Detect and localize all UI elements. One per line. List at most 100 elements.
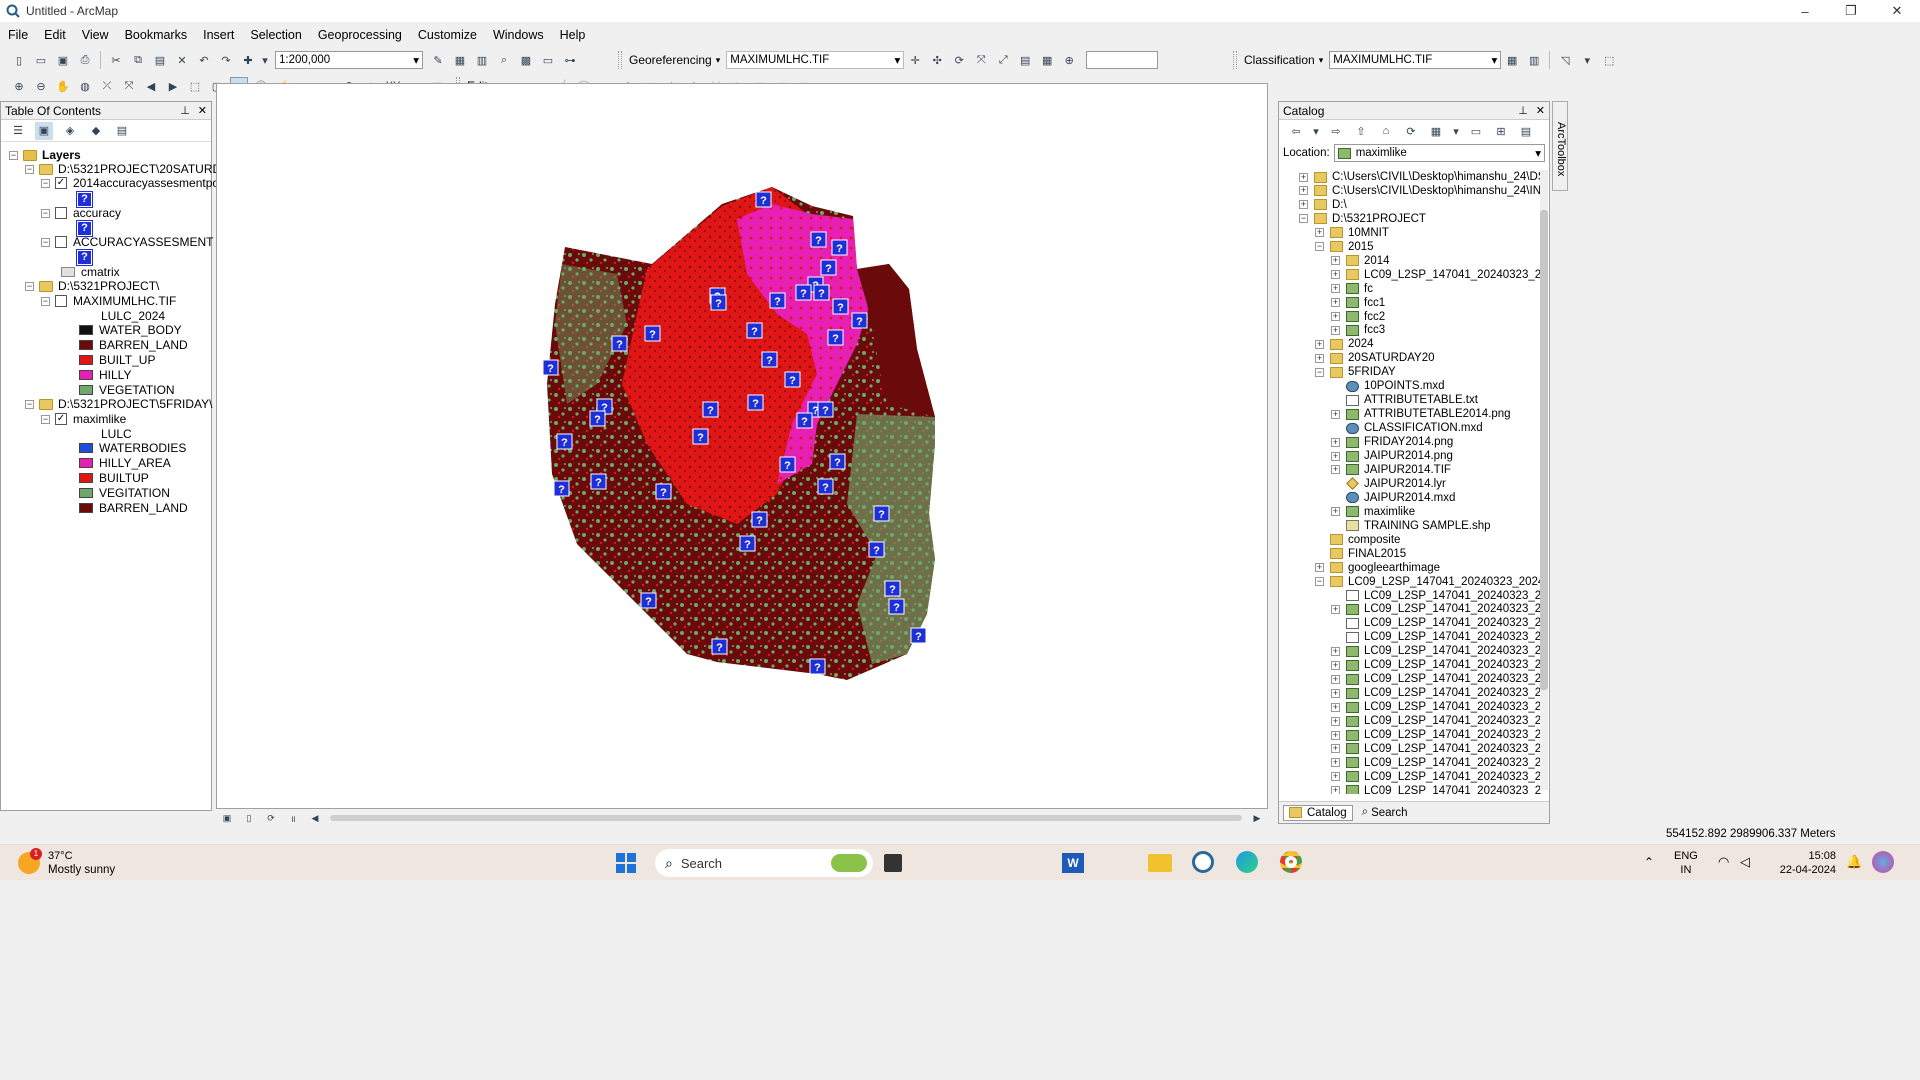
- word-app-icon[interactable]: W: [1062, 853, 1084, 873]
- collapse-icon[interactable]: −: [41, 296, 50, 306]
- expand-icon[interactable]: +: [1315, 563, 1324, 573]
- forward-icon[interactable]: ⇨: [1327, 122, 1345, 140]
- scale-icon[interactable]: ⤢: [994, 51, 1012, 69]
- select-sample-icon[interactable]: ▾: [1578, 51, 1596, 69]
- views-dropdown-icon[interactable]: ▾: [1452, 122, 1460, 140]
- close-icon[interactable]: ✕: [198, 104, 207, 117]
- missing-data-icon[interactable]: ?: [832, 298, 849, 315]
- catalog-tree-item[interactable]: + JAIPUR2014.TIF: [1331, 463, 1451, 477]
- scroll-right-icon[interactable]: ▶: [1248, 809, 1266, 827]
- search-window-icon[interactable]: ⌕: [495, 51, 513, 69]
- menu-edit[interactable]: Edit: [36, 28, 74, 42]
- missing-data-icon[interactable]: ?: [542, 359, 559, 376]
- select-features-icon[interactable]: ⬚: [186, 77, 204, 95]
- add-data-icon[interactable]: ✚: [239, 51, 257, 69]
- missing-data-icon[interactable]: ?: [820, 259, 837, 276]
- zoom-out-icon[interactable]: ⊖: [32, 77, 50, 95]
- classification-layer-combo[interactable]: MAXIMUMLHC.TIF ▾: [1329, 51, 1502, 69]
- catalog-tree-item[interactable]: + fcc3: [1331, 323, 1385, 337]
- collapse-icon[interactable]: −: [1315, 242, 1324, 252]
- missing-data-icon[interactable]: ?: [710, 294, 727, 311]
- catalog-tree[interactable]: + C:\Users\CIVIL\Desktop\himanshu_24\DSMW…: [1279, 170, 1541, 794]
- rotate-icon[interactable]: ⟳: [950, 51, 968, 69]
- close-button[interactable]: ✕: [1874, 0, 1920, 22]
- shift-icon[interactable]: ⤧: [972, 51, 990, 69]
- catalog-tree-item[interactable]: + D:\: [1299, 198, 1347, 212]
- expand-icon[interactable]: +: [1331, 507, 1340, 517]
- missing-data-icon[interactable]: ?: [611, 335, 628, 352]
- location-combo[interactable]: maximlike ▾: [1333, 144, 1545, 162]
- vertical-scrollbar[interactable]: [1540, 170, 1548, 790]
- missing-data-icon[interactable]: ?: [888, 598, 905, 615]
- missing-data-icon[interactable]: ?: [809, 658, 826, 675]
- expand-icon[interactable]: +: [1331, 465, 1340, 475]
- missing-data-icon[interactable]: ?: [831, 239, 848, 256]
- catalog-tree-item[interactable]: + LC09_L2SP_147041_20240323_20240324_: [1331, 784, 1541, 794]
- catalog-tree-item[interactable]: + ATTRIBUTETABLE2014.png: [1331, 407, 1511, 421]
- missing-data-icon[interactable]: ?: [556, 433, 573, 450]
- fixed-zoom-in-icon[interactable]: ⤫: [98, 77, 116, 95]
- view-list-icon[interactable]: ▦: [1038, 51, 1056, 69]
- expand-icon[interactable]: +: [1331, 786, 1340, 794]
- layer-visibility-checkbox[interactable]: ✓: [55, 413, 67, 425]
- menu-file[interactable]: File: [0, 28, 36, 42]
- expand-icon[interactable]: +: [1299, 200, 1308, 210]
- taskbar-search-box[interactable]: ⌕ Search: [655, 849, 873, 877]
- missing-data-icon[interactable]: ?: [868, 541, 885, 558]
- catalog-tree-item[interactable]: LC09_L2SP_147041_20240323_20240324_: [1331, 630, 1541, 644]
- missing-data-icon[interactable]: ?: [851, 312, 868, 329]
- missing-data-icon[interactable]: ?: [827, 329, 844, 346]
- catalog-tree-item[interactable]: + FRIDAY2014.png: [1331, 435, 1453, 449]
- toolbar-grip[interactable]: [1233, 51, 1237, 69]
- layout-view-icon[interactable]: ▯: [240, 809, 258, 827]
- arcmap-taskbar-icon[interactable]: [1192, 851, 1214, 873]
- expand-icon[interactable]: +: [1331, 702, 1340, 712]
- toggle-contents-icon[interactable]: ⊞: [1492, 122, 1510, 140]
- catalog-tree-item[interactable]: CLASSIFICATION.mxd: [1331, 421, 1483, 435]
- expand-icon[interactable]: +: [1331, 256, 1340, 266]
- expand-icon[interactable]: +: [1331, 660, 1340, 670]
- missing-data-icon[interactable]: ?: [817, 401, 834, 418]
- options-icon[interactable]: ▤: [1517, 122, 1535, 140]
- toc-layer-row[interactable]: − ACCURACYASSESMENT: [41, 233, 213, 251]
- pause-drawing-icon[interactable]: ॥: [284, 809, 302, 827]
- refresh-icon[interactable]: ⟳: [262, 809, 280, 827]
- catalog-tree-item[interactable]: + LC09_L2SP_147041_20240323_20240324_: [1331, 686, 1541, 700]
- catalog-tree-item[interactable]: − 5FRIDAY: [1315, 365, 1396, 379]
- menu-help[interactable]: Help: [552, 28, 594, 42]
- back-icon[interactable]: ⇦: [1287, 122, 1305, 140]
- forward-icon[interactable]: ▶: [164, 77, 182, 95]
- data-view-icon[interactable]: ▣: [218, 809, 236, 827]
- list-by-drawing-order-icon[interactable]: ☰: [9, 122, 27, 140]
- histogram-icon[interactable]: ▥: [1525, 51, 1543, 69]
- refresh-icon[interactable]: ⟳: [1402, 122, 1420, 140]
- map-scale-combo[interactable]: 1:200,000 ▾: [275, 51, 423, 69]
- notifications-icon[interactable]: 🔔: [1846, 854, 1862, 870]
- missing-data-icon[interactable]: ?: [747, 394, 764, 411]
- expand-icon[interactable]: +: [1331, 744, 1340, 754]
- collapse-icon[interactable]: −: [1299, 214, 1308, 224]
- expand-icon[interactable]: +: [1331, 730, 1340, 740]
- catalog-tree-item[interactable]: + fcc1: [1331, 296, 1385, 310]
- scrollbar-thumb[interactable]: [1540, 210, 1548, 690]
- catalog-tree-item[interactable]: + JAIPUR2014.png: [1331, 449, 1453, 463]
- catalog-tree-item[interactable]: + LC09_L2SP_147041_20240323_20240324_: [1331, 742, 1541, 756]
- expand-icon[interactable]: +: [1331, 674, 1340, 684]
- wifi-icon[interactable]: ◠: [1718, 854, 1729, 870]
- menu-selection[interactable]: Selection: [242, 28, 309, 42]
- magnifier-icon[interactable]: ⊕: [1060, 51, 1078, 69]
- catalog-tree-item[interactable]: + fcc2: [1331, 310, 1385, 324]
- catalog-tree-item[interactable]: ATTRIBUTETABLE.txt: [1331, 393, 1478, 407]
- expand-icon[interactable]: +: [1331, 409, 1340, 419]
- add-control-points-icon[interactable]: ✛: [906, 51, 924, 69]
- add-data-dropdown-icon[interactable]: ▾: [261, 51, 269, 69]
- catalog-tree-item[interactable]: FINAL2015: [1315, 547, 1406, 561]
- scatterplot-icon[interactable]: ⬚: [1600, 51, 1618, 69]
- weather-widget[interactable]: 1 37°C Mostly sunny: [18, 848, 115, 877]
- missing-data-icon[interactable]: ?: [910, 627, 927, 644]
- catalog-tree-item[interactable]: + maximlike: [1331, 505, 1415, 519]
- catalog-tree-item[interactable]: + LC09_L2SP_147041_20240323_20240324_: [1331, 728, 1541, 742]
- missing-data-icon[interactable]: ?: [813, 284, 830, 301]
- missing-data-icon[interactable]: ?: [761, 351, 778, 368]
- new-document-icon[interactable]: ▯: [10, 51, 28, 69]
